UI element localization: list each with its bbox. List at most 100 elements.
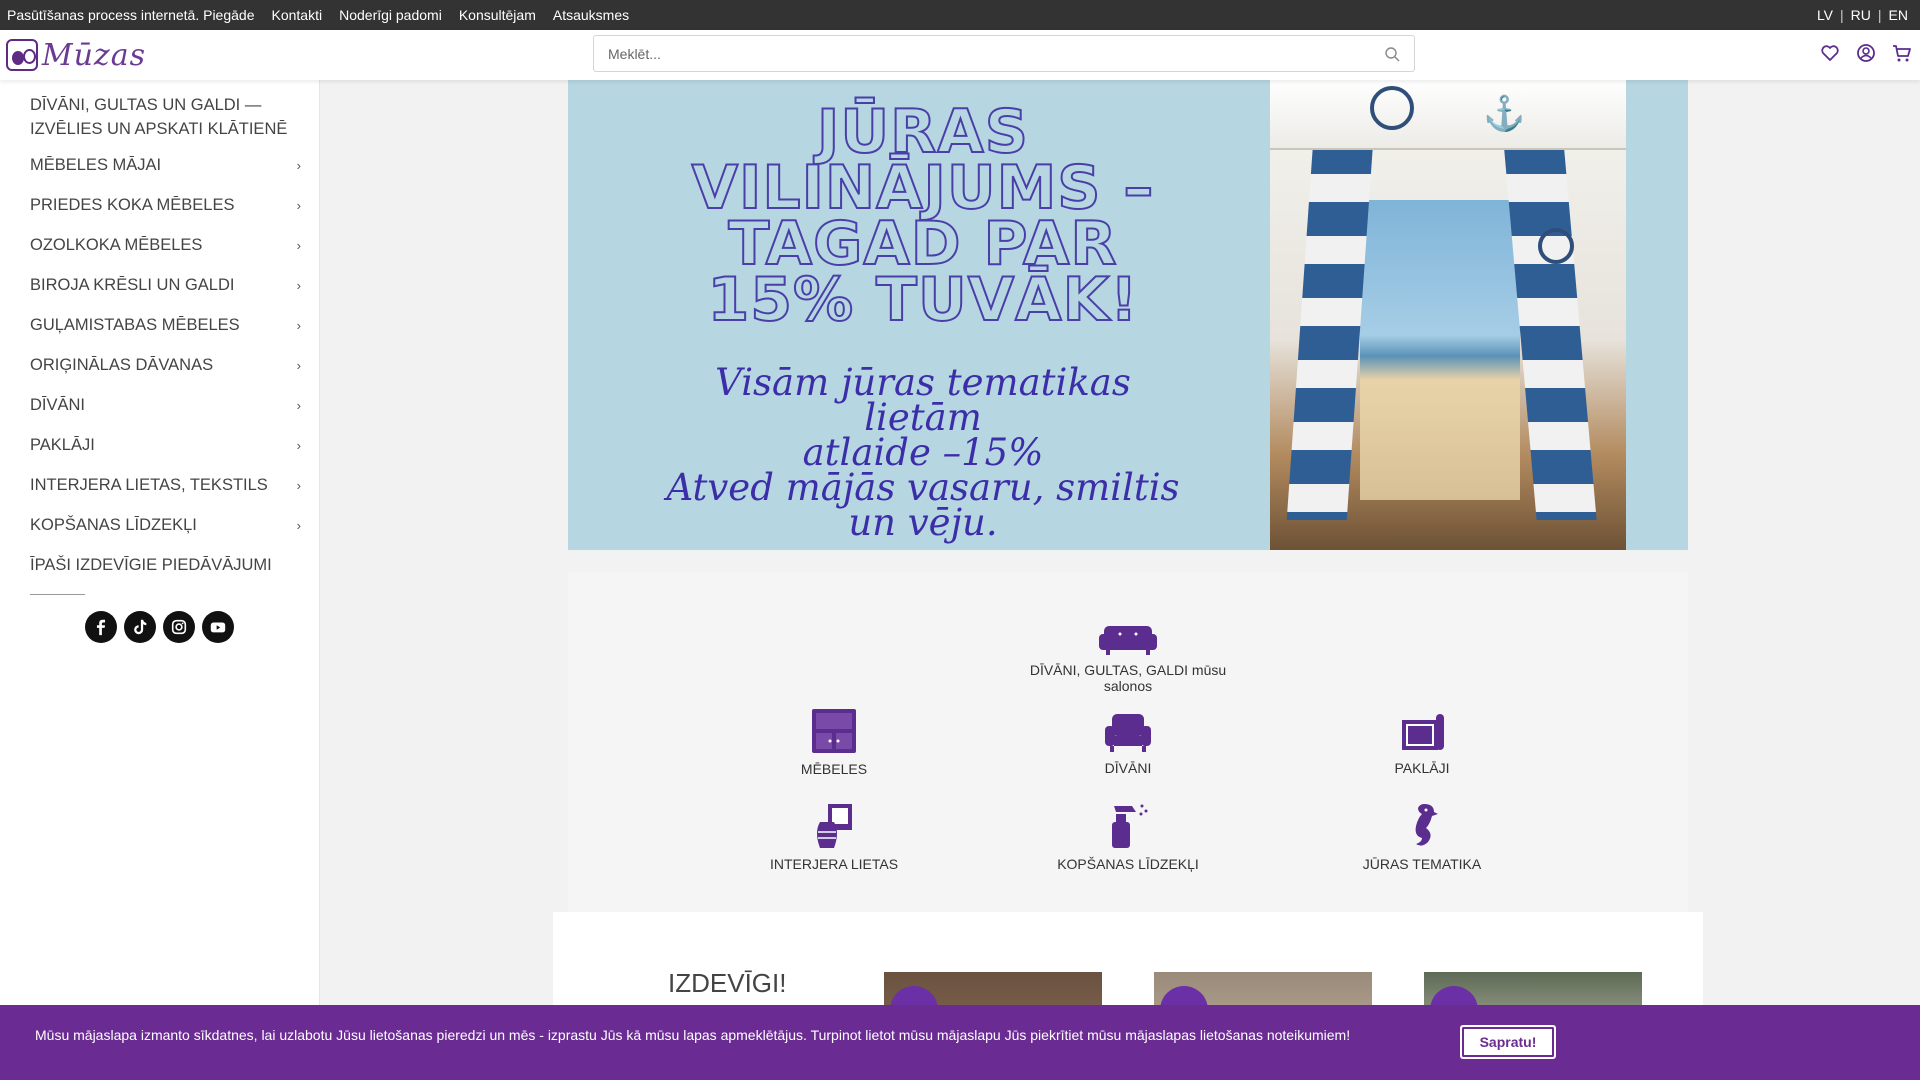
category-sea-theme[interactable]: JŪRAS TEMATIKA [1302, 802, 1542, 872]
user-icon[interactable] [1856, 43, 1876, 63]
category-furniture[interactable]: MĒBELES [714, 707, 954, 777]
banner-title: JŪRAS VILINĀJUMS – TAGAD PAR 15% TUVĀK! [691, 97, 1155, 335]
vase-icon [817, 804, 852, 848]
photo-sea-view [1360, 200, 1520, 500]
category-sidebar: DĪVĀNI, GULTAS UN GALDI — IZVĒLIES UN AP… [0, 80, 320, 1080]
top-links: Pasūtīšanas process internetā. Piegāde K… [7, 7, 629, 23]
sidebar-item-sofas[interactable]: DĪVĀNI › [30, 385, 305, 425]
top-bar: Pasūtīšanas process internetā. Piegāde K… [0, 0, 1920, 30]
search-icon[interactable] [1384, 46, 1400, 62]
sidebar-item-label: OZOLKOKA MĒBELES [30, 235, 203, 254]
top-link-contacts[interactable]: Kontakti [272, 7, 323, 23]
cookie-text: Mūsu mājaslapa izmanto sīkdatnes, lai uz… [35, 1027, 1351, 1043]
beach-cabin-photo: ⚓ [1270, 80, 1626, 550]
header-icons [1820, 43, 1912, 63]
category-label: DĪVĀNI, GULTAS, GALDI mūsu salonos [1029, 662, 1227, 694]
chevron-right-icon: › [296, 317, 301, 333]
chevron-right-icon: › [296, 357, 301, 373]
photo-roof [1270, 80, 1626, 150]
category-sofas[interactable]: DĪVĀNI [1008, 712, 1248, 776]
seahorse-icon [1415, 804, 1438, 846]
banner-subtitle-line: atlaide –15% [802, 431, 1044, 474]
logo-text: Mūzas [41, 37, 146, 73]
chevron-right-icon: › [296, 397, 301, 413]
sidebar-menu: MĒBELES MĀJAI › PRIEDES KOKA MĒBELES › OZO… [30, 145, 305, 585]
category-grid: DĪVĀNI, GULTAS, GALDI mūsu salonos MĒBEL… [568, 572, 1688, 912]
category-interior[interactable]: INTERJERA LIETAS [714, 802, 954, 872]
category-label: KOPŠANAS LĪDZEKĻI [1057, 856, 1199, 872]
sidebar-item-special-offers[interactable]: ĪPAŠI IZDEVĪGIE PIEDĀVĀJUMI [30, 545, 305, 585]
sidebar-item-label: PRIEDES KOKA MĒBELES [30, 195, 235, 214]
category-label: PAKLĀJI [1394, 760, 1450, 776]
lang-en[interactable]: EN [1889, 7, 1908, 23]
sidebar-heading[interactable]: DĪVĀNI, GULTAS UN GALDI — IZVĒLIES UN AP… [30, 93, 320, 141]
sidebar-item-label: DĪVĀNI [30, 395, 86, 414]
language-switcher: LV | RU | EN [1817, 7, 1908, 23]
sidebar-item-home-furniture[interactable]: MĒBELES MĀJAI › [30, 145, 305, 185]
sidebar-item-gifts[interactable]: ORIĢINĀLAS DĀVANAS › [30, 345, 305, 385]
chevron-right-icon: › [296, 157, 301, 173]
deals-title: IZDEVĪGI! [668, 968, 787, 998]
banner-subtitle-line: Visām jūras tematikas lietām [715, 361, 1131, 439]
sidebar-item-interior[interactable]: INTERJERA LIETAS, TEKSTILS › [30, 465, 305, 505]
category-label: JŪRAS TEMATIKA [1362, 856, 1482, 872]
category-label: MĒBELES [800, 761, 868, 777]
category-featured-salon[interactable]: DĪVĀNI, GULTAS, GALDI mūsu salonos [1008, 622, 1248, 694]
cart-icon[interactable] [1892, 43, 1912, 63]
sidebar-item-pine-furniture[interactable]: PRIEDES KOKA MĒBELES › [30, 185, 305, 225]
sidebar-item-label: BIROJA KRĒSLI UN GALDI [30, 275, 235, 294]
top-link-reviews[interactable]: Atsauksmes [553, 7, 629, 23]
cookie-banner: Mūsu mājaslapa izmanto sīkdatnes, lai uz… [0, 1005, 1920, 1080]
sidebar-item-label: MĒBELES MĀJAI [30, 155, 162, 174]
sidebar-item-oak-furniture[interactable]: OZOLKOKA MĒBELES › [30, 225, 305, 265]
chevron-right-icon: › [296, 477, 301, 493]
facebook-icon[interactable] [85, 611, 117, 643]
chevron-right-icon: › [296, 277, 301, 293]
sidebar-item-care[interactable]: KOPŠANAS LĪDZEKĻI › [30, 505, 305, 545]
heart-icon[interactable] [1820, 43, 1840, 63]
top-link-ordering[interactable]: Pasūtīšanas process internetā. Piegāde [7, 7, 255, 23]
ship-wheel-icon [1538, 228, 1574, 264]
sidebar-item-label: KOPŠANAS LĪDZEKĻI [30, 515, 197, 534]
sidebar-item-label: ĪPAŠI IZDEVĪGIE PIEDĀVĀJUMI [30, 555, 272, 574]
chevron-right-icon: › [296, 517, 301, 533]
lang-separator: | [1840, 7, 1844, 23]
search-input[interactable] [594, 36, 1354, 71]
category-rugs[interactable]: PAKLĀJI [1302, 712, 1542, 776]
top-link-consult[interactable]: Konsultējam [459, 7, 536, 23]
spray-bottle-icon [1112, 804, 1148, 848]
lang-separator: | [1877, 7, 1882, 23]
promo-banner[interactable]: JŪRAS VILINĀJUMS – TAGAD PAR 15% TUVĀK! … [568, 80, 1688, 550]
tiktok-icon[interactable] [124, 611, 156, 643]
site-logo[interactable]: Mūzas [6, 34, 146, 76]
instagram-icon[interactable] [163, 611, 195, 643]
banner-subtitle-line: Atved mājās vasaru, smiltis [666, 466, 1180, 509]
chevron-right-icon: › [296, 437, 301, 453]
logo-mark-icon [6, 39, 38, 71]
sofa-icon [1099, 626, 1157, 655]
sidebar-item-rugs[interactable]: PAKLĀJI › [30, 425, 305, 465]
rug-icon [1402, 714, 1444, 750]
sidebar-item-bedroom[interactable]: GUĻAMISTABAS MĒBELES › [30, 305, 305, 345]
lang-ru[interactable]: RU [1851, 7, 1871, 23]
sidebar-item-label: PAKLĀJI [30, 435, 95, 454]
sidebar-item-label: INTERJERA LIETAS, TEKSTILS [30, 475, 268, 494]
youtube-icon[interactable] [202, 611, 234, 643]
sidebar-item-label: GUĻAMISTABAS MĒBELES [30, 315, 240, 334]
lang-lv[interactable]: LV [1817, 7, 1833, 23]
armchair-icon [1105, 714, 1151, 752]
ship-wheel-icon [1370, 86, 1414, 130]
chevron-right-icon: › [296, 197, 301, 213]
anchor-icon: ⚓ [1483, 95, 1526, 133]
cookie-accept-button[interactable]: Sapratu! [1460, 1025, 1556, 1059]
top-link-tips[interactable]: Noderīgi padomi [339, 7, 442, 23]
sidebar-divider [30, 594, 85, 595]
site-header: Mūzas [0, 30, 1920, 80]
chevron-right-icon: › [296, 237, 301, 253]
search-box [593, 35, 1415, 72]
sidebar-item-office[interactable]: BIROJA KRĒSLI UN GALDI › [30, 265, 305, 305]
banner-subtitle-line: un vēju. [848, 501, 998, 544]
category-care[interactable]: KOPŠANAS LĪDZEKĻI [1008, 802, 1248, 872]
category-label: INTERJERA LIETAS [769, 856, 899, 872]
banner-subtitle: Visām jūras tematikas lietām atlaide –15… [658, 361, 1188, 544]
